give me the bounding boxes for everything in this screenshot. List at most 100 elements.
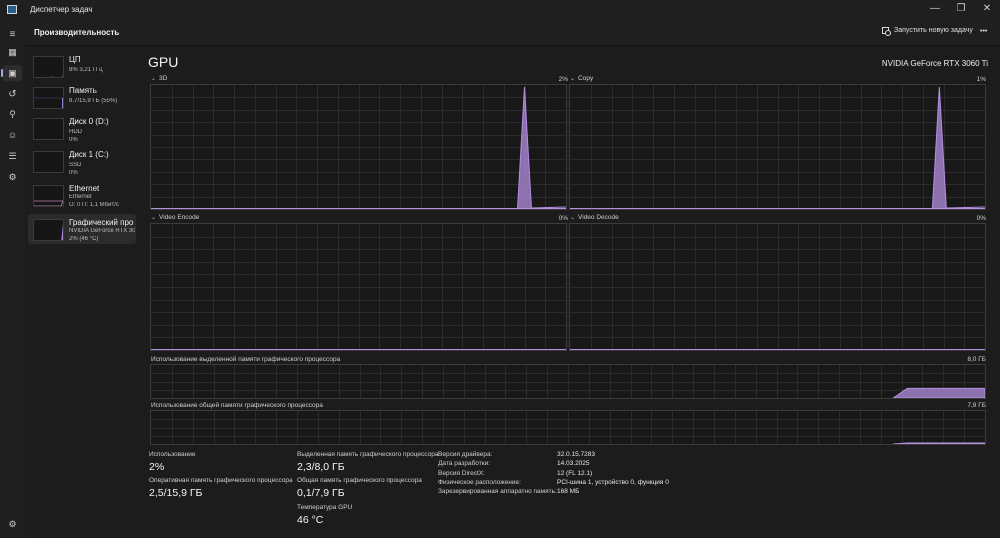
resource-disk-0[interactable]: Диск 0 (D:) HDD 0% — [28, 113, 136, 143]
ethernet-thumbnail — [33, 185, 64, 207]
resource-disk-1[interactable]: Диск 1 (C:) SSD 0% — [28, 146, 136, 176]
dedicated-memory-label: Выделенная память графического процессор… — [297, 451, 439, 458]
engine-percent: 1% — [976, 76, 986, 83]
chevron-down-icon: ⌄ — [570, 76, 576, 82]
engine-percent: 0% — [558, 215, 568, 222]
engine-name: 3D — [159, 75, 168, 82]
window-title: Диспетчер задач — [30, 5, 93, 14]
engine-3d-graph — [150, 84, 567, 210]
directx-version-key: Версия DirectX: — [438, 470, 485, 477]
engine-usage-line — [946, 206, 985, 209]
reserved-memory-value: 168 МБ — [557, 488, 580, 495]
resource-detail: NVIDIA GeForce RTX 306 — [69, 228, 135, 234]
page-title: Производительность — [34, 28, 120, 37]
nav-startup-apps[interactable]: ⚲ — [3, 106, 22, 122]
shared-memory-label: Общая память графического процессора — [297, 477, 422, 484]
task-manager-app-icon — [7, 5, 17, 14]
resource-memory[interactable]: Память 8,7/15,9 ГБ (55%) — [28, 82, 136, 112]
nav-processes[interactable]: ▦ — [3, 44, 22, 60]
engine-percent: 2% — [558, 76, 568, 83]
usage-label: Использование — [149, 451, 196, 458]
startup-apps-icon: ⚲ — [9, 108, 16, 119]
resource-detail: 8,7/15,9 ГБ (55%) — [69, 98, 118, 104]
reserved-memory-key: Зарезервированная аппаратно память: — [438, 488, 557, 495]
memory-usage-area — [892, 387, 985, 398]
resource-ethernet[interactable]: Ethernet Ethernet О: 0 П: 1,1 Мбит/с — [28, 180, 136, 210]
processes-icon: ▦ — [8, 46, 17, 57]
resource-detail: 8% 3,21 ГГц — [69, 67, 103, 73]
close-button[interactable]: ✕ — [974, 0, 1000, 20]
nav-users[interactable]: ☺ — [3, 127, 22, 143]
services-icon: ⚙ — [8, 171, 17, 182]
dedicated-memory-max: 8,0 ГБ — [967, 356, 986, 363]
gpu-ram-value: 2,5/15,9 ГБ — [149, 487, 203, 499]
users-icon: ☺ — [7, 130, 18, 140]
engine-video-decode-selector[interactable]: ⌄ Video Decode — [570, 214, 619, 221]
engine-3d-selector[interactable]: ⌄ 3D — [151, 75, 167, 82]
resource-name: Графический про — [69, 218, 134, 227]
resource-name: Ethernet — [69, 184, 100, 193]
resource-list: ЦП 8% 3,21 ГГц Память 8,7/15,9 ГБ (55%) … — [25, 46, 138, 538]
engine-name: Copy — [578, 75, 594, 82]
more-options-button[interactable]: ••• — [980, 28, 987, 35]
engine-usage-line — [531, 206, 566, 209]
nav-app-history[interactable]: ↺ — [3, 86, 22, 102]
gpu-ram-label: Оперативная память графического процессо… — [149, 477, 293, 484]
memory-usage-area — [893, 442, 985, 444]
shared-memory-value: 0,1/7,9 ГБ — [297, 487, 345, 499]
resource-detail: HDD — [69, 129, 82, 135]
chevron-down-icon: ⌄ — [570, 215, 576, 221]
gpu-heading: GPU — [148, 54, 179, 70]
driver-date-value: 14.03.2025 — [557, 460, 590, 467]
driver-version-value: 32.0.15.7283 — [557, 451, 595, 458]
engine-name: Video Decode — [578, 214, 619, 221]
header-bar: Производительность Запустить новую задач… — [0, 20, 1000, 46]
dedicated-memory-graph — [150, 364, 986, 399]
resource-detail: О: 0 П: 1,1 Мбит/с — [69, 202, 119, 208]
directx-version-value: 12 (FL 12.1) — [557, 470, 593, 477]
resource-detail: 0% — [69, 137, 78, 143]
resource-cpu[interactable]: ЦП 8% 3,21 ГГц — [28, 51, 136, 81]
resource-detail: SSD — [69, 162, 82, 168]
gpu-performance-panel: GPU NVIDIA GeForce RTX 3060 Ti ⌄ 3D 2% ⌄… — [138, 46, 1000, 538]
driver-version-key: Версия драйвера: — [438, 451, 493, 458]
disk-1-thumbnail — [33, 151, 64, 173]
chevron-down-icon: ⌄ — [151, 76, 157, 82]
maximize-button[interactable]: ❐ — [948, 0, 974, 20]
resource-gpu[interactable]: Графический про NVIDIA GeForce RTX 306 2… — [28, 214, 136, 244]
app-history-icon: ↺ — [8, 88, 17, 100]
cpu-thumbnail — [33, 56, 64, 78]
resource-name: Диск 0 (D:) — [69, 117, 109, 126]
dedicated-memory-value: 2,3/8,0 ГБ — [297, 461, 345, 473]
usage-value: 2% — [149, 461, 165, 473]
engine-copy-graph — [569, 84, 986, 210]
run-new-task-button[interactable]: Запустить новую задачу — [882, 27, 973, 36]
nav-details[interactable]: ☰ — [3, 148, 22, 164]
hamburger-menu-button[interactable]: ≡ — [3, 26, 22, 42]
gpu-thumbnail — [33, 219, 64, 241]
engine-video-encode-selector[interactable]: ⌄ Video Encode — [151, 214, 199, 221]
details-icon: ☰ — [8, 150, 17, 161]
engine-copy-selector[interactable]: ⌄ Copy — [570, 75, 593, 82]
driver-date-key: Дата разработки: — [438, 460, 491, 467]
chevron-down-icon: ⌄ — [151, 215, 157, 221]
shared-memory-max: 7,9 ГБ — [967, 402, 986, 409]
settings-icon: ⚙ — [8, 518, 17, 529]
engine-video-decode-graph — [569, 223, 986, 351]
resource-detail: Ethernet — [69, 194, 92, 200]
resource-name: Память — [69, 86, 97, 95]
hamburger-icon: ≡ — [9, 28, 16, 40]
gpu-temperature-value: 46 °C — [297, 514, 324, 526]
nav-performance[interactable]: ▣ — [1, 65, 22, 81]
gpu-temperature-label: Температура GPU — [297, 504, 353, 511]
minimize-button[interactable]: — — [922, 0, 948, 20]
performance-icon: ▣ — [8, 67, 17, 78]
engine-name: Video Encode — [159, 214, 200, 221]
disk-0-thumbnail — [33, 118, 64, 140]
title-bar: Диспетчер задач — ❐ ✕ — [0, 0, 1000, 20]
shared-memory-graph — [150, 410, 986, 445]
engine-percent: 0% — [976, 215, 986, 222]
resource-detail: 0% — [69, 170, 78, 176]
nav-settings[interactable]: ⚙ — [3, 516, 22, 532]
nav-services[interactable]: ⚙ — [3, 169, 22, 185]
